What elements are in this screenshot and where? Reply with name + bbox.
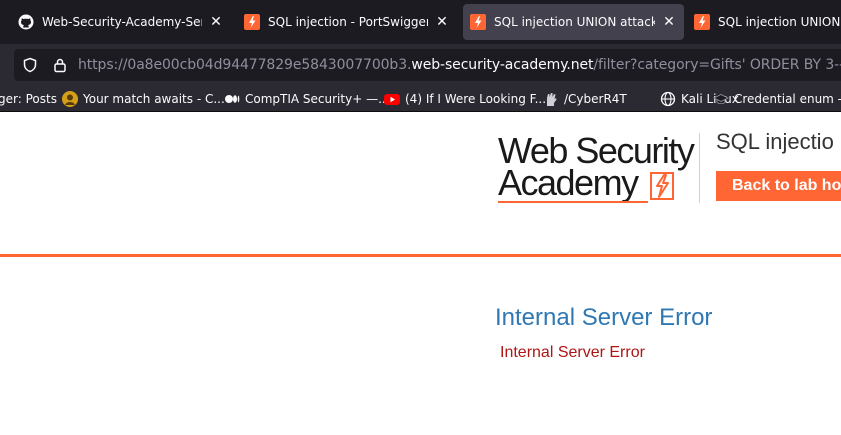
shield-icon[interactable] — [22, 57, 38, 73]
url-bar[interactable]: https://0a8e00cb04d94477829e5843007700b3… — [14, 49, 841, 81]
url-host: web-security-academy.net — [411, 57, 594, 73]
portswigger-icon — [244, 14, 260, 30]
bookmark-label: /CyberR4T — [564, 92, 627, 106]
url-prefix: https://0a8e00cb04d94477829e5843007700b3… — [78, 57, 412, 73]
youtube-icon — [384, 91, 400, 107]
error-heading: Internal Server Error — [495, 304, 713, 331]
avatar-icon — [62, 91, 78, 107]
url-path: /filter?category=Gifts' ORDER BY 3-- — [593, 57, 841, 73]
logo-underline — [498, 201, 648, 203]
hat-icon — [713, 91, 729, 107]
portswigger-icon — [694, 14, 710, 30]
portswigger-icon — [470, 14, 486, 30]
nav-bar: https://0a8e00cb04d94477829e5843007700b3… — [0, 44, 841, 86]
bookmark-label: ger: Posts — [0, 92, 57, 106]
tab-title: SQL injection - PortSwigger — [268, 15, 428, 29]
close-icon[interactable]: ✕ — [208, 14, 224, 30]
bookmark-item[interactable]: ger: Posts — [0, 90, 57, 108]
tab-sql-injection[interactable]: SQL injection - PortSwigger ✕ — [244, 4, 450, 40]
bookmark-item[interactable]: Credential enum - C — [713, 90, 841, 108]
bookmark-item[interactable]: (4) If I Were Looking F... — [384, 90, 546, 108]
page-content: Web Security Academy SQL injectio Back t… — [0, 113, 841, 435]
bookmark-label: Your match awaits - C... — [83, 92, 225, 106]
header-divider — [699, 133, 700, 203]
back-to-lab-button[interactable]: Back to lab ho — [716, 171, 841, 201]
lab-title: SQL injectio — [716, 129, 834, 154]
github-icon — [18, 14, 34, 30]
bookmark-item[interactable]: Your match awaits - C... — [62, 90, 225, 108]
lock-icon[interactable] — [52, 57, 68, 73]
header-separator — [0, 254, 841, 257]
tab-title: SQL injection UNION at — [718, 15, 841, 29]
bookmark-label: (4) If I Were Looking F... — [405, 92, 547, 106]
bookmark-label: CompTIA Security+ —... — [245, 92, 390, 106]
close-icon[interactable]: ✕ — [661, 14, 677, 30]
tab-sql-union-attack-active[interactable]: SQL injection UNION attack, ret ✕ — [463, 4, 684, 40]
glove-icon — [543, 91, 559, 107]
lightning-icon — [650, 172, 674, 200]
tab-bar: Web-Security-Academy-Series/ ✕ SQL injec… — [0, 0, 841, 44]
web-security-academy-logo[interactable]: Web Security Academy — [496, 133, 700, 205]
bookmark-label: Credential enum - C — [734, 92, 841, 106]
bookmark-item[interactable]: CompTIA Security+ —... — [224, 90, 390, 108]
tab-title: Web-Security-Academy-Series/ — [42, 15, 202, 29]
url-text[interactable]: https://0a8e00cb04d94477829e5843007700b3… — [78, 57, 841, 73]
globe-icon — [660, 91, 676, 107]
logo-line-2: Academy — [498, 162, 639, 203]
error-message: Internal Server Error — [500, 344, 645, 361]
close-icon[interactable]: ✕ — [434, 14, 450, 30]
bookmark-item[interactable]: /CyberR4T — [543, 90, 627, 108]
tab-sql-union-attack-2[interactable]: SQL injection UNION at — [694, 4, 841, 40]
tab-github[interactable]: Web-Security-Academy-Series/ ✕ — [18, 4, 224, 40]
bookmarks-toolbar: ger: Posts Your match awaits - C... Comp… — [0, 86, 841, 112]
tab-title: SQL injection UNION attack, ret — [494, 15, 655, 29]
medium-icon — [224, 91, 240, 107]
